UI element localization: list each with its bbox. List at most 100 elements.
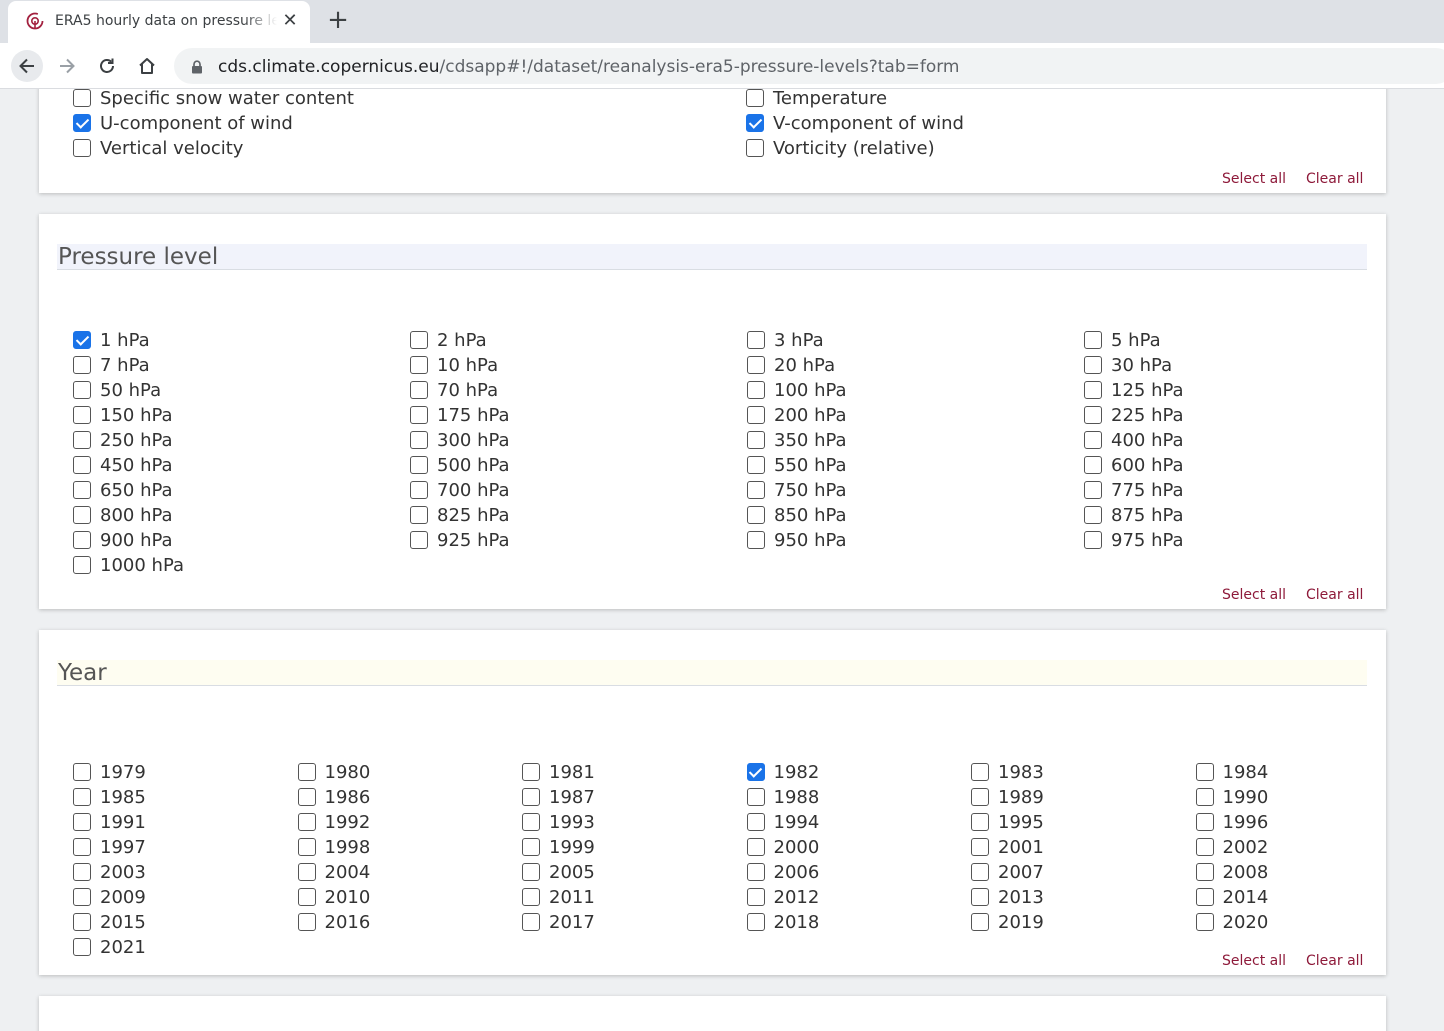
variable-clear-all-link[interactable]: Clear all	[1306, 171, 1363, 187]
year-checkbox[interactable]	[971, 863, 989, 881]
pressure-level-checkbox[interactable]	[747, 531, 765, 549]
pressure-level-checkbox[interactable]	[410, 481, 428, 499]
year-option[interactable]: 2016	[297, 911, 370, 933]
pressure-level-option[interactable]: 250 hPa	[73, 429, 173, 451]
pressure-level-option[interactable]: 975 hPa	[1084, 529, 1184, 551]
pressure-level-checkbox[interactable]	[1084, 381, 1102, 399]
pressure-level-checkbox[interactable]	[410, 381, 428, 399]
year-option[interactable]: 2012	[746, 886, 819, 908]
year-option[interactable]: 1999	[522, 836, 595, 858]
year-checkbox[interactable]	[1195, 788, 1214, 806]
pressure-select-all-link[interactable]: Select all	[1222, 587, 1286, 603]
variable-checkbox[interactable]	[746, 89, 764, 107]
pressure-level-option[interactable]: 500 hPa	[410, 454, 510, 476]
pressure-level-checkbox[interactable]	[1084, 456, 1102, 474]
pressure-level-option[interactable]: 950 hPa	[747, 529, 847, 551]
pressure-level-option[interactable]: 5 hPa	[1084, 329, 1161, 351]
year-select-all-link[interactable]: Select all	[1222, 953, 1286, 969]
pressure-level-checkbox[interactable]	[1084, 356, 1102, 374]
year-checkbox[interactable]	[522, 813, 540, 831]
pressure-level-checkbox[interactable]	[410, 431, 428, 449]
year-checkbox[interactable]	[73, 763, 91, 781]
year-checkbox[interactable]	[746, 888, 765, 906]
year-checkbox[interactable]	[971, 888, 989, 906]
year-checkbox[interactable]	[971, 788, 989, 806]
year-option[interactable]: 1997	[73, 836, 146, 858]
pressure-level-checkbox[interactable]	[747, 331, 765, 349]
address-bar[interactable]: cds.climate.copernicus.eu/cdsapp#!/datas…	[174, 48, 1444, 84]
year-checkbox[interactable]	[746, 788, 765, 806]
year-checkbox[interactable]	[971, 763, 989, 781]
year-checkbox[interactable]	[73, 863, 91, 881]
variable-select-all-link[interactable]: Select all	[1222, 171, 1286, 187]
year-option[interactable]: 2011	[522, 886, 595, 908]
pressure-level-option[interactable]: 2 hPa	[410, 329, 487, 351]
year-option[interactable]: 1995	[971, 811, 1044, 833]
pressure-level-checkbox[interactable]	[747, 456, 765, 474]
pressure-level-checkbox[interactable]	[1084, 406, 1102, 424]
year-option[interactable]: 1987	[522, 786, 595, 808]
year-option[interactable]: 1988	[746, 786, 819, 808]
year-option[interactable]: 2005	[522, 861, 595, 883]
url-text[interactable]: cds.climate.copernicus.eu/cdsapp#!/datas…	[218, 57, 960, 77]
pressure-level-checkbox[interactable]	[73, 531, 91, 549]
pressure-level-option[interactable]: 225 hPa	[1084, 404, 1184, 426]
pressure-level-checkbox[interactable]	[73, 481, 91, 499]
pressure-level-checkbox[interactable]	[73, 356, 91, 374]
pressure-level-checkbox[interactable]	[747, 481, 765, 499]
year-option[interactable]: 2014	[1195, 886, 1268, 908]
variable-option[interactable]: Vorticity (relative)	[746, 137, 935, 159]
year-option[interactable]: 2013	[971, 886, 1044, 908]
pressure-level-option[interactable]: 650 hPa	[73, 479, 173, 501]
year-checkbox[interactable]	[297, 813, 316, 831]
year-checkbox[interactable]	[73, 813, 91, 831]
year-option[interactable]: 2015	[73, 911, 146, 933]
year-checkbox[interactable]	[1195, 838, 1214, 856]
variable-checkbox[interactable]	[73, 89, 91, 107]
year-checkbox[interactable]	[522, 863, 540, 881]
browser-tab[interactable]: ERA5 hourly data on pressure levels from…	[8, 1, 310, 43]
year-checkbox[interactable]	[746, 813, 765, 831]
pressure-level-option[interactable]: 900 hPa	[73, 529, 173, 551]
year-checkbox[interactable]	[522, 763, 540, 781]
year-option[interactable]: 2017	[522, 911, 595, 933]
year-option[interactable]: 2021	[73, 936, 146, 958]
pressure-level-option[interactable]: 825 hPa	[410, 504, 510, 526]
pressure-level-checkbox[interactable]	[747, 406, 765, 424]
year-checkbox[interactable]	[522, 888, 540, 906]
year-checkbox[interactable]	[1195, 813, 1214, 831]
variable-checkbox[interactable]	[746, 139, 764, 157]
year-checkbox[interactable]	[1195, 863, 1214, 881]
year-option[interactable]: 2007	[971, 861, 1044, 883]
year-option[interactable]: 1998	[297, 836, 370, 858]
year-checkbox[interactable]	[73, 788, 91, 806]
year-checkbox[interactable]	[971, 813, 989, 831]
pressure-level-option[interactable]: 350 hPa	[747, 429, 847, 451]
pressure-level-checkbox[interactable]	[747, 431, 765, 449]
pressure-level-option[interactable]: 10 hPa	[410, 354, 498, 376]
pressure-level-checkbox[interactable]	[1084, 506, 1102, 524]
variable-option[interactable]: Specific snow water content	[73, 89, 354, 109]
pressure-level-checkbox[interactable]	[1084, 481, 1102, 499]
pressure-level-option[interactable]: 775 hPa	[1084, 479, 1184, 501]
year-option[interactable]: 1983	[971, 761, 1044, 783]
pressure-level-option[interactable]: 550 hPa	[747, 454, 847, 476]
year-checkbox[interactable]	[1195, 888, 1214, 906]
year-checkbox[interactable]	[522, 838, 540, 856]
pressure-level-option[interactable]: 800 hPa	[73, 504, 173, 526]
year-checkbox[interactable]	[297, 838, 316, 856]
pressure-level-checkbox[interactable]	[747, 381, 765, 399]
year-checkbox[interactable]	[73, 888, 91, 906]
year-option[interactable]: 1990	[1195, 786, 1268, 808]
year-option[interactable]: 1986	[297, 786, 370, 808]
pressure-level-option[interactable]: 125 hPa	[1084, 379, 1184, 401]
pressure-level-checkbox[interactable]	[410, 331, 428, 349]
new-tab-button[interactable]: +	[326, 7, 350, 33]
pressure-level-option[interactable]: 750 hPa	[747, 479, 847, 501]
pressure-level-checkbox[interactable]	[1084, 431, 1102, 449]
year-option[interactable]: 1991	[73, 811, 146, 833]
pressure-level-checkbox[interactable]	[73, 556, 91, 574]
pressure-level-checkbox[interactable]	[410, 456, 428, 474]
year-checkbox[interactable]	[297, 913, 316, 931]
year-checkbox[interactable]	[297, 863, 316, 881]
